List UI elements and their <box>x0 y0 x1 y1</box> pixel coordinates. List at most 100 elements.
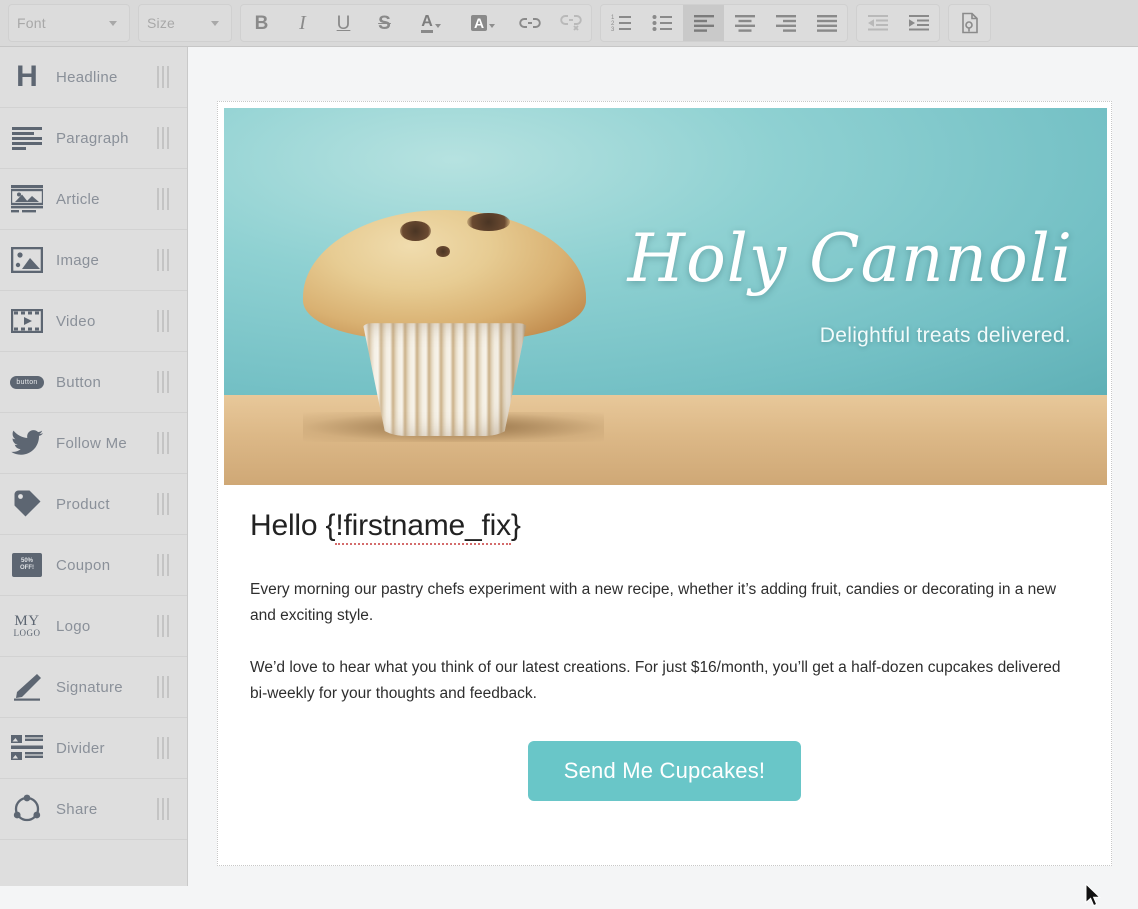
share-nodes-icon <box>6 794 48 824</box>
remove-link-button[interactable] <box>550 4 591 42</box>
drag-handle-icon[interactable] <box>157 737 169 759</box>
italic-button[interactable]: I <box>282 4 323 42</box>
sidebar-item-label: Follow Me <box>56 435 127 452</box>
strikethrough-icon: S <box>378 14 391 33</box>
hero-image-block[interactable]: Holy Cannoli Delightful treats delivered… <box>224 108 1107 485</box>
sidebar-item-label: Button <box>56 374 101 391</box>
email-workspace: Holy Cannoli Delightful treats delivered… <box>189 47 1138 886</box>
heading-suffix: } <box>511 509 521 542</box>
source-group <box>948 4 991 42</box>
size-select-label: Size <box>147 15 175 31</box>
sidebar-item-coupon[interactable]: 50% OFF! Coupon <box>0 535 187 596</box>
underline-icon: U <box>337 14 351 33</box>
drag-handle-icon[interactable] <box>157 188 169 210</box>
chevron-down-icon <box>435 24 441 28</box>
coupon-icon: 50% OFF! <box>6 553 48 577</box>
link-icon <box>519 16 541 30</box>
sidebar-item-label: Image <box>56 252 99 269</box>
numbered-list-button[interactable]: 1 2 3 <box>601 4 642 42</box>
drag-handle-icon[interactable] <box>157 432 169 454</box>
drag-handle-icon[interactable] <box>157 554 169 576</box>
sidebar-item-divider[interactable]: Divider <box>0 718 187 779</box>
align-right-icon <box>775 14 797 32</box>
svg-text:3: 3 <box>611 27 615 32</box>
button-icon: button <box>6 376 48 389</box>
cupcake-wrapper <box>363 323 527 436</box>
email-paragraph-1[interactable]: Every morning our pastry chefs experimen… <box>250 577 1079 629</box>
source-code-button[interactable] <box>949 4 990 42</box>
align-justify-button[interactable] <box>806 4 847 42</box>
hero-tagline: Delightful treats delivered. <box>820 324 1071 348</box>
email-canvas[interactable]: Holy Cannoli Delightful treats delivered… <box>217 101 1112 866</box>
sidebar-item-follow-me[interactable]: Follow Me <box>0 413 187 474</box>
sidebar-item-article[interactable]: Article <box>0 169 187 230</box>
drag-handle-icon[interactable] <box>157 676 169 698</box>
size-select[interactable]: Size <box>139 4 231 42</box>
cupcake-crumb <box>467 213 509 231</box>
unordered-list-icon <box>652 14 674 32</box>
font-select[interactable]: Font <box>9 4 129 42</box>
content-blocks-sidebar: H Headline Paragraph <box>0 47 188 886</box>
align-justify-icon <box>816 14 838 32</box>
align-center-button[interactable] <box>724 4 765 42</box>
chevron-down-icon <box>109 21 117 26</box>
sidebar-item-label: Signature <box>56 679 123 696</box>
mouse-cursor <box>1085 883 1103 909</box>
coupon-chip-line2: OFF! <box>20 565 34 572</box>
indent-icon <box>908 14 930 32</box>
text-color-button[interactable]: A <box>405 4 457 42</box>
sidebar-item-headline[interactable]: H Headline <box>0 47 187 108</box>
align-left-button[interactable] <box>683 4 724 42</box>
sidebar-item-label: Coupon <box>56 557 110 574</box>
align-left-icon <box>693 14 715 32</box>
sidebar-item-label: Paragraph <box>56 130 129 147</box>
drag-handle-icon[interactable] <box>157 249 169 271</box>
button-chip-label: button <box>10 376 43 389</box>
ordered-list-icon: 1 2 3 <box>611 14 633 32</box>
drag-handle-icon[interactable] <box>157 493 169 515</box>
drag-handle-icon[interactable] <box>157 310 169 332</box>
size-group: Size <box>138 4 232 42</box>
drag-handle-icon[interactable] <box>157 615 169 637</box>
email-body-block[interactable]: Hello {!firstname_fix} Every morning our… <box>224 485 1105 811</box>
drag-handle-icon[interactable] <box>157 371 169 393</box>
cta-block: Send Me Cupcakes! <box>250 733 1079 801</box>
italic-icon: I <box>299 13 306 33</box>
sidebar-item-label: Product <box>56 496 110 513</box>
price-tag-icon <box>6 489 48 519</box>
email-paragraph-2[interactable]: We’d love to hear what you think of our … <box>250 655 1079 707</box>
drag-handle-icon[interactable] <box>157 798 169 820</box>
unlink-icon <box>560 14 582 32</box>
drag-handle-icon[interactable] <box>157 66 169 88</box>
divider-icon <box>6 735 48 761</box>
email-heading[interactable]: Hello {!firstname_fix} <box>250 509 521 543</box>
insert-link-button[interactable] <box>509 4 550 42</box>
chevron-down-icon <box>489 24 495 28</box>
headline-icon: H <box>6 62 48 92</box>
sidebar-item-logo[interactable]: MY LOGO Logo <box>0 596 187 657</box>
strikethrough-button[interactable]: S <box>364 4 405 42</box>
outdent-button[interactable] <box>857 4 898 42</box>
align-right-button[interactable] <box>765 4 806 42</box>
highlight-color-button[interactable]: A <box>457 4 509 42</box>
merge-field-token: !firstname_fix <box>335 509 511 545</box>
sidebar-item-label: Article <box>56 191 100 208</box>
indent-button[interactable] <box>898 4 939 42</box>
sidebar-item-paragraph[interactable]: Paragraph <box>0 108 187 169</box>
sidebar-item-image[interactable]: Image <box>0 230 187 291</box>
bold-button[interactable]: B <box>241 4 282 42</box>
sidebar-item-product[interactable]: Product <box>0 474 187 535</box>
drag-handle-icon[interactable] <box>157 127 169 149</box>
sidebar-item-signature[interactable]: Signature <box>0 657 187 718</box>
sidebar-item-button[interactable]: button Button <box>0 352 187 413</box>
cta-button[interactable]: Send Me Cupcakes! <box>528 741 802 801</box>
sidebar-item-video[interactable]: Video <box>0 291 187 352</box>
pencil-signature-icon <box>6 673 48 701</box>
bulleted-list-button[interactable] <box>642 4 683 42</box>
underline-button[interactable]: U <box>323 4 364 42</box>
text-color-icon: A <box>421 14 433 33</box>
cupcake-top <box>303 210 586 338</box>
article-icon <box>6 185 48 213</box>
sidebar-item-share[interactable]: Share <box>0 779 187 840</box>
heading-prefix: Hello { <box>250 509 335 542</box>
